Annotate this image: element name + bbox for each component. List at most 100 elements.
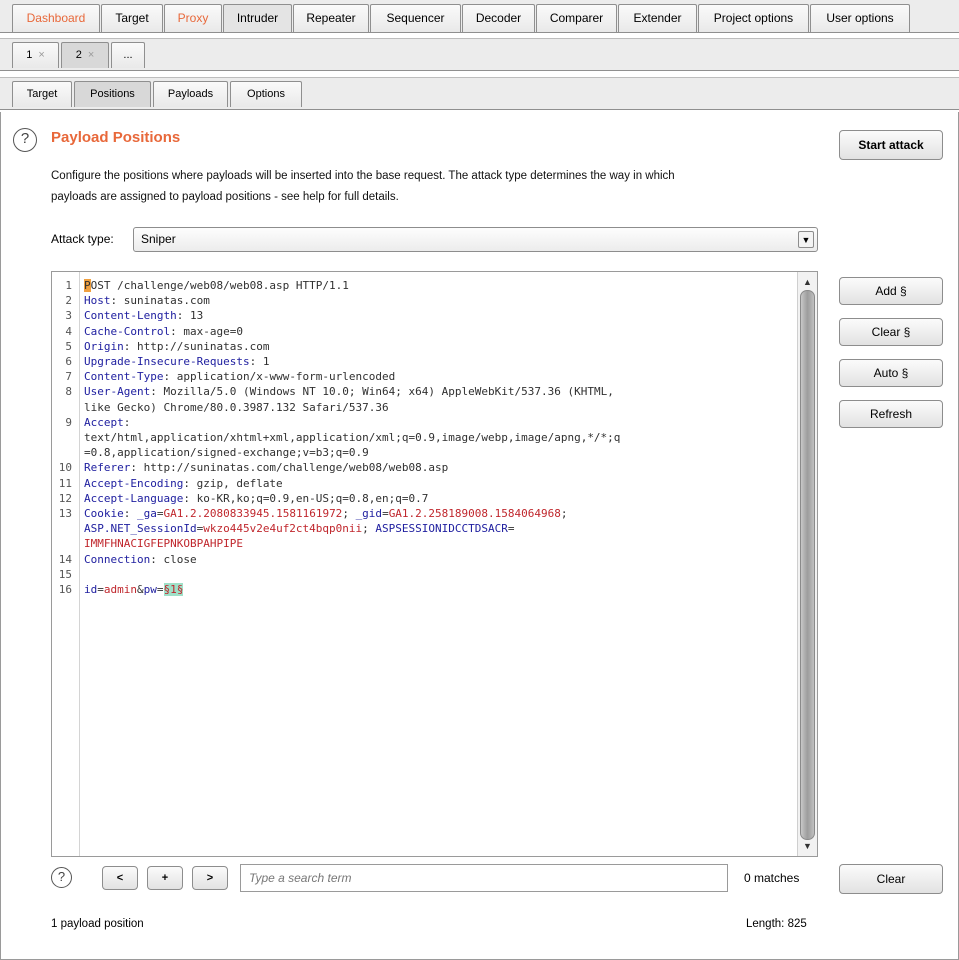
request-editor[interactable]: 1 POST /challenge/web08/web08.asp HTTP/1.… bbox=[51, 271, 818, 857]
request-text[interactable]: 1 POST /challenge/web08/web08.asp HTTP/1.… bbox=[52, 278, 797, 597]
tab-repeater[interactable]: Repeater bbox=[293, 4, 369, 32]
code-token: wkzo445v2e4uf2ct4bqp0nii bbox=[203, 522, 363, 536]
tab-decoder[interactable]: Decoder bbox=[462, 4, 535, 32]
attack-tab-label: 2 bbox=[75, 49, 82, 61]
code-token: _ga bbox=[137, 507, 157, 521]
clear-search-button[interactable]: Clear bbox=[839, 864, 943, 894]
attack-type-select[interactable]: Sniper ▼ bbox=[133, 227, 818, 252]
code-token: Connection bbox=[84, 552, 151, 566]
scroll-thumb[interactable] bbox=[800, 290, 815, 840]
previous-match-button[interactable]: < bbox=[102, 866, 138, 890]
code-token: : bbox=[123, 415, 131, 429]
tab-user-options[interactable]: User options bbox=[810, 4, 910, 32]
code-token: IMMFHNACIGFEPNKOBPAHPIPE bbox=[84, 537, 243, 551]
code-token: _gid bbox=[355, 507, 383, 521]
request-line: 7 Content-Type: application/x-www-form-ur… bbox=[52, 369, 797, 384]
tab-proxy[interactable]: Proxy bbox=[164, 4, 222, 32]
close-icon[interactable]: × bbox=[88, 49, 94, 61]
line-number: 13 bbox=[58, 507, 72, 521]
code-token: Accept bbox=[84, 415, 124, 429]
code-token: : bbox=[123, 507, 137, 521]
code-token: : close bbox=[150, 552, 197, 566]
tab-target[interactable]: Target bbox=[101, 4, 163, 32]
line-text: Content-Type: application/x-www-form-url… bbox=[74, 369, 395, 384]
line-number: 9 bbox=[65, 415, 72, 429]
close-icon[interactable]: × bbox=[38, 49, 44, 61]
subtab-payloads[interactable]: Payloads bbox=[153, 81, 228, 107]
line-text: Accept: bbox=[74, 415, 130, 430]
code-token: : http://suninatas.com bbox=[123, 339, 270, 353]
new-attack-tab[interactable]: ... bbox=[111, 42, 145, 68]
help-icon[interactable]: ? bbox=[13, 128, 37, 152]
request-line: 4 Cache-Control: max-age=0 bbox=[52, 324, 797, 339]
attack-tab-bar: 1 × 2 × ... bbox=[0, 38, 959, 71]
search-input[interactable]: Type a search term bbox=[240, 864, 728, 892]
line-number: 5 bbox=[65, 339, 72, 353]
line-number bbox=[52, 430, 74, 445]
tab-comparer[interactable]: Comparer bbox=[536, 4, 617, 32]
request-line: like Gecko) Chrome/80.0.3987.132 Safari/… bbox=[52, 400, 797, 415]
line-number: 1 bbox=[65, 279, 72, 292]
section-description: Configure the positions where payloads w… bbox=[51, 166, 675, 208]
scroll-up-icon[interactable]: ▲ bbox=[798, 274, 817, 290]
code-token: : 1 bbox=[249, 355, 270, 369]
request-line: 8 User-Agent: Mozilla/5.0 (Windows NT 10.… bbox=[52, 384, 797, 399]
line-text: =0.8,application/signed-exchange;v=b3;q=… bbox=[74, 445, 369, 460]
line-number: 6 bbox=[65, 355, 72, 369]
search-help-icon[interactable]: ? bbox=[51, 867, 72, 888]
auto-markers-button[interactable]: Auto § bbox=[839, 359, 943, 387]
next-match-button[interactable]: > bbox=[192, 866, 228, 890]
tab-project-options[interactable]: Project options bbox=[698, 4, 809, 32]
tab-extender[interactable]: Extender bbox=[618, 4, 697, 32]
subtab-options[interactable]: Options bbox=[230, 81, 302, 107]
request-line: text/html,application/xhtml+xml,applicat… bbox=[52, 430, 797, 445]
tab-intruder[interactable]: Intruder bbox=[223, 4, 292, 32]
search-options-button[interactable]: + bbox=[147, 866, 183, 890]
start-attack-button[interactable]: Start attack bbox=[839, 130, 943, 160]
subtab-target[interactable]: Target bbox=[12, 81, 72, 107]
line-number: 3 bbox=[65, 309, 72, 323]
code-token: Accept-Encoding bbox=[84, 476, 184, 490]
code-token: : suninatas.com bbox=[110, 294, 210, 308]
chevron-down-icon: ▼ bbox=[798, 231, 814, 248]
add-marker-button[interactable]: Add § bbox=[839, 277, 943, 305]
code-token: : Mozilla/5.0 (Windows NT 10.0; Win64; x… bbox=[150, 385, 614, 399]
attack-tab-label: 1 bbox=[26, 49, 33, 61]
code-token: : ko-KR,ko;q=0.9,en-US;q=0.8,en;q=0.7 bbox=[183, 491, 429, 505]
tab-sequencer[interactable]: Sequencer bbox=[370, 4, 461, 32]
code-token: Content-Length bbox=[84, 309, 177, 323]
code-token: admin bbox=[103, 583, 137, 597]
main-tab-bar: Dashboard Target Proxy Intruder Repeater… bbox=[0, 0, 959, 33]
code-token: User-Agent bbox=[84, 385, 151, 399]
line-number: 10 bbox=[58, 461, 72, 475]
code-token: pw bbox=[143, 583, 157, 597]
code-token: =0.8,application/signed-exchange;v=b3;q=… bbox=[84, 446, 369, 460]
vertical-scrollbar[interactable]: ▲ ▼ bbox=[797, 272, 817, 856]
code-token: Content-Type bbox=[84, 370, 164, 384]
attack-tab-1[interactable]: 1 × bbox=[12, 42, 59, 68]
line-text: User-Agent: Mozilla/5.0 (Windows NT 10.0… bbox=[74, 384, 614, 399]
line-text: Referer: http://suninatas.com/challenge/… bbox=[74, 460, 448, 475]
line-text: Connection: close bbox=[74, 552, 197, 567]
code-token: like Gecko) Chrome/80.0.3987.132 Safari/… bbox=[84, 400, 389, 414]
code-token: = bbox=[507, 522, 515, 536]
match-count: 0 matches bbox=[744, 871, 800, 885]
refresh-button[interactable]: Refresh bbox=[839, 400, 943, 428]
attack-tab-2[interactable]: 2 × bbox=[61, 42, 109, 68]
request-line: ASP.NET_SessionId = wkzo445v2e4uf2ct4bqp0n… bbox=[52, 521, 797, 536]
request-line: 13 Cookie: _ga=GA1.2.2080833945.158116197… bbox=[52, 506, 797, 521]
subtab-positions[interactable]: Positions bbox=[74, 81, 151, 107]
code-token: & bbox=[137, 583, 144, 597]
line-text: Cache-Control: max-age=0 bbox=[74, 324, 243, 339]
payload-marker: §1§ bbox=[163, 583, 184, 597]
clear-markers-button[interactable]: Clear § bbox=[839, 318, 943, 346]
line-number: 14 bbox=[58, 552, 72, 566]
request-line: 12 Accept-Language: ko-KR,ko;q=0.9,en-US;… bbox=[52, 491, 797, 506]
code-token: = bbox=[97, 583, 104, 597]
line-text: Cookie: _ga=GA1.2.2080833945.1581161972;… bbox=[74, 506, 568, 521]
line-number: 2 bbox=[65, 294, 72, 308]
tab-dashboard[interactable]: Dashboard bbox=[12, 4, 100, 32]
code-token: Accept-Language bbox=[84, 491, 184, 505]
scroll-down-icon[interactable]: ▼ bbox=[798, 838, 817, 854]
code-token: ; bbox=[560, 507, 568, 521]
